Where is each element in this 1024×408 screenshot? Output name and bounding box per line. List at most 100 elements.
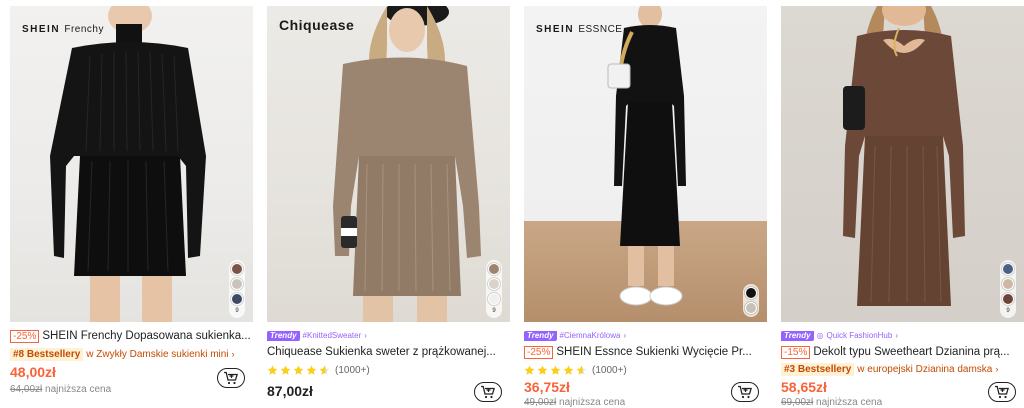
rating-row: (1000+) [267, 363, 370, 377]
color-swatches [743, 284, 759, 317]
product-photo [333, 6, 481, 322]
add-to-cart-icon [995, 385, 1009, 399]
color-swatch[interactable] [1002, 293, 1014, 305]
add-to-cart-button[interactable] [731, 382, 759, 402]
rating-count: (1000+) [335, 364, 370, 376]
star-icon [293, 365, 304, 375]
product-card[interactable]: SHEIN ESSNCE Trendy #CiemnaKrólowa › -25… [524, 6, 767, 408]
add-to-cart-button[interactable] [474, 382, 502, 402]
sale-price: 36,75zł [524, 379, 570, 395]
color-swatches: 9 [229, 260, 245, 318]
product-title[interactable]: Chiquease Sukienka sweter z prążkowanej.… [267, 346, 510, 358]
product-image[interactable]: SHEIN Frenchy 9 [10, 6, 253, 322]
product-card[interactable]: SHEIN Frenchy 9 -25% SHEIN Frenchy Dopas… [10, 6, 253, 408]
product-title[interactable]: SHEIN Frenchy Dopasowana sukienka... [42, 330, 253, 342]
lowest-price-label: najniższa cena [45, 384, 112, 395]
lowest-price-label: najniższa cena [559, 397, 626, 408]
color-swatch[interactable] [745, 302, 757, 314]
discount-badge: -25% [524, 345, 554, 359]
add-to-cart-icon [224, 371, 238, 385]
product-grid: SHEIN Frenchy 9 -25% SHEIN Frenchy Dopas… [10, 6, 1024, 408]
title-row: Chiquease Sukienka sweter z prążkowanej.… [267, 345, 510, 359]
star-half-icon [576, 365, 587, 375]
add-to-cart-button[interactable] [217, 368, 245, 388]
discount-badge: -25% [10, 329, 40, 343]
trendy-badge: Trendy [267, 331, 300, 341]
product-photo [843, 6, 965, 306]
original-price-row: 49,00zł najniższa cena [524, 397, 625, 408]
add-to-cart-button[interactable] [988, 382, 1016, 402]
product-image[interactable]: SHEIN ESSNCE [524, 6, 767, 322]
product-photo [607, 6, 686, 306]
shop-icon: ◎ [816, 331, 824, 340]
chevron-right-icon: › [364, 331, 367, 340]
add-to-cart-icon [738, 385, 752, 399]
add-to-cart-icon [481, 385, 495, 399]
star-rating: (1000+) [524, 365, 627, 376]
original-price: 69,00zł [781, 397, 814, 408]
color-swatch[interactable] [745, 287, 757, 299]
chevron-right-icon: › [231, 349, 235, 359]
star-rating: (1000+) [267, 365, 370, 376]
trendy-row[interactable]: Trendy #KnittedSweater › [267, 330, 367, 342]
star-icon [280, 365, 291, 375]
product-title[interactable]: SHEIN Essnce Sukienki Wycięcie Pr... [556, 346, 767, 358]
trendy-tag: Quick FashionHub [826, 331, 893, 340]
color-swatch[interactable] [231, 263, 243, 275]
sale-price: 58,65zł [781, 379, 827, 395]
chevron-right-icon: › [895, 331, 898, 340]
color-swatch[interactable] [488, 293, 500, 305]
product-card[interactable]: 9 Trendy ◎ Quick FashionHub › -15% Dekol… [781, 6, 1024, 408]
trendy-badge: Trendy [781, 331, 814, 341]
star-icon [524, 365, 535, 375]
discount-badge: -15% [781, 345, 811, 359]
brand-logo: SHEIN ESSNCE [536, 24, 623, 35]
rating-count: (1000+) [592, 364, 627, 376]
sale-price: 48,00zł [10, 364, 56, 380]
bestseller-category: w europejski Dzianina damska [857, 363, 993, 375]
title-row: -25% SHEIN Essnce Sukienki Wycięcie Pr..… [524, 345, 767, 359]
swatch-count: 9 [235, 308, 239, 314]
product-photo [50, 6, 206, 322]
star-icon [563, 365, 574, 375]
color-swatch[interactable] [488, 278, 500, 290]
lowest-price-label: najniższa cena [816, 397, 883, 408]
bestseller-category: w Zwykły Damskie sukienki mini [86, 348, 229, 360]
chevron-right-icon: › [623, 331, 627, 340]
star-half-icon [319, 365, 330, 375]
trendy-row[interactable]: Trendy ◎ Quick FashionHub › [781, 330, 898, 342]
bestseller-badge: #8 Bestsellery [10, 347, 84, 361]
trendy-row[interactable]: Trendy #CiemnaKrólowa › [524, 330, 626, 342]
color-swatch[interactable] [488, 263, 500, 275]
product-card[interactable]: Chiquease 9 Trendy #KnittedSweater › Chi… [267, 6, 510, 408]
trendy-tag: #KnittedSweater [302, 331, 362, 340]
color-swatch[interactable] [1002, 263, 1014, 275]
color-swatches: 9 [486, 260, 502, 318]
trendy-tag: #CiemnaKrólowa [559, 331, 621, 340]
chevron-right-icon: › [995, 364, 999, 374]
original-price-row: 64,00zł najniższa cena [10, 384, 111, 395]
star-icon [306, 365, 317, 375]
brand-logo: Chiquease [279, 17, 355, 33]
trendy-badge: Trendy [524, 331, 557, 341]
brand-logo: SHEIN Frenchy [22, 24, 104, 35]
swatch-count: 9 [1006, 308, 1010, 314]
color-swatch[interactable] [231, 293, 243, 305]
bestseller-row[interactable]: #8 Bestsellery w Zwykły Damskie sukienki… [10, 347, 235, 361]
bestseller-row[interactable]: #3 Bestsellery w europejski Dzianina dam… [781, 362, 998, 376]
product-image[interactable]: 9 [781, 6, 1024, 322]
product-image[interactable]: Chiquease 9 [267, 6, 510, 322]
original-price: 64,00zł [10, 384, 43, 395]
original-price-row: 69,00zł najniższa cena [781, 397, 882, 408]
product-title[interactable]: Dekolt typu Sweetheart Dzianina prą... [813, 346, 1024, 358]
rating-row: (1000+) [524, 363, 627, 377]
star-icon [550, 365, 561, 375]
original-price: 49,00zł [524, 397, 557, 408]
price: 87,00zł [267, 383, 313, 399]
title-row: -15% Dekolt typu Sweetheart Dzianina prą… [781, 345, 1024, 359]
bestseller-badge: #3 Bestsellery [781, 362, 855, 376]
color-swatch[interactable] [231, 278, 243, 290]
swatch-count: 9 [492, 308, 496, 314]
title-row: -25% SHEIN Frenchy Dopasowana sukienka..… [10, 329, 253, 343]
color-swatch[interactable] [1002, 278, 1014, 290]
